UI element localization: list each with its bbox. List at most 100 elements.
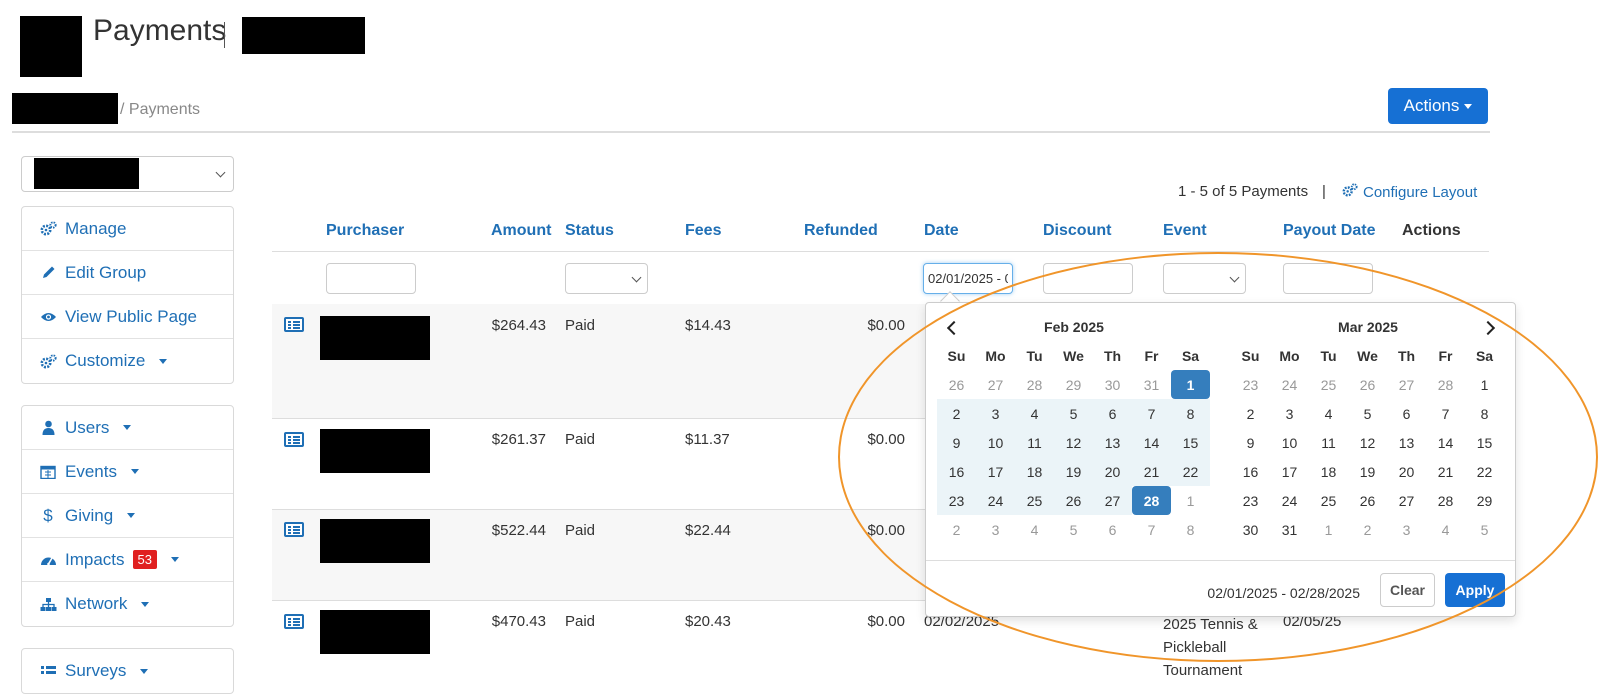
- sidebar-item-surveys[interactable]: Surveys: [22, 649, 233, 693]
- calendar-day[interactable]: 25: [1309, 370, 1348, 399]
- calendar-day-in-range[interactable]: 21: [1132, 457, 1171, 486]
- chevron-left-icon[interactable]: [946, 320, 962, 336]
- calendar-day[interactable]: 7: [1426, 399, 1465, 428]
- calendar-day-in-range[interactable]: 24: [976, 486, 1015, 515]
- calendar-day-in-range[interactable]: 23: [937, 486, 976, 515]
- calendar-day[interactable]: 8: [1465, 399, 1504, 428]
- calendar-day-in-range[interactable]: 8: [1171, 399, 1210, 428]
- calendar-day-selected[interactable]: 28: [1132, 486, 1171, 515]
- calendar-day-in-range[interactable]: 13: [1093, 428, 1132, 457]
- payout-date-filter-input[interactable]: [1283, 263, 1373, 294]
- details-list-icon[interactable]: [284, 432, 304, 447]
- calendar-day-in-range[interactable]: 4: [1015, 399, 1054, 428]
- calendar-day-in-range[interactable]: 10: [976, 428, 1015, 457]
- calendar-day[interactable]: 24: [1270, 370, 1309, 399]
- calendar-day[interactable]: 1: [1309, 515, 1348, 544]
- calendar-day[interactable]: 9: [1231, 428, 1270, 457]
- calendar-day[interactable]: 20: [1387, 457, 1426, 486]
- calendar-day[interactable]: 2: [1348, 515, 1387, 544]
- calendar-day[interactable]: 14: [1426, 428, 1465, 457]
- calendar-day-in-range[interactable]: 6: [1093, 399, 1132, 428]
- calendar-day[interactable]: 2: [937, 515, 976, 544]
- details-list-icon[interactable]: [284, 522, 304, 537]
- calendar-day-in-range[interactable]: 11: [1015, 428, 1054, 457]
- column-header-status[interactable]: Status: [565, 222, 614, 240]
- purchaser-filter-input[interactable]: [326, 263, 416, 294]
- calendar-day[interactable]: 24: [1270, 486, 1309, 515]
- calendar-day-in-range[interactable]: 27: [1093, 486, 1132, 515]
- calendar-day[interactable]: 26: [1348, 370, 1387, 399]
- calendar-day[interactable]: 31: [1132, 370, 1171, 399]
- redacted-breadcrumb-root[interactable]: [12, 93, 118, 124]
- calendar-day-in-range[interactable]: 3: [976, 399, 1015, 428]
- calendar-day[interactable]: 29: [1465, 486, 1504, 515]
- calendar-day[interactable]: 28: [1426, 486, 1465, 515]
- calendar-day[interactable]: 29: [1054, 370, 1093, 399]
- calendar-day[interactable]: 2: [1231, 399, 1270, 428]
- details-list-icon[interactable]: [284, 317, 304, 332]
- calendar-day[interactable]: 16: [1231, 457, 1270, 486]
- calendar-day[interactable]: 5: [1348, 399, 1387, 428]
- calendar-day[interactable]: 26: [1348, 486, 1387, 515]
- calendar-day[interactable]: 5: [1054, 515, 1093, 544]
- date-range-filter-input[interactable]: [923, 263, 1013, 294]
- calendar-day[interactable]: 30: [1093, 370, 1132, 399]
- calendar-day[interactable]: 19: [1348, 457, 1387, 486]
- calendar-day[interactable]: 21: [1426, 457, 1465, 486]
- calendar-day[interactable]: 3: [1270, 399, 1309, 428]
- calendar-day[interactable]: 22: [1465, 457, 1504, 486]
- clear-button[interactable]: Clear: [1380, 573, 1435, 607]
- calendar-day-selected[interactable]: 1: [1171, 370, 1210, 399]
- column-header-discount[interactable]: Discount: [1043, 222, 1111, 240]
- calendar-day-in-range[interactable]: 25: [1015, 486, 1054, 515]
- sidebar-item-customize[interactable]: Customize: [22, 339, 233, 383]
- calendar-day[interactable]: 5: [1465, 515, 1504, 544]
- apply-button[interactable]: Apply: [1445, 573, 1505, 607]
- calendar-day[interactable]: 15: [1465, 428, 1504, 457]
- calendar-day-in-range[interactable]: 2: [937, 399, 976, 428]
- calendar-day[interactable]: 28: [1426, 370, 1465, 399]
- column-header-event[interactable]: Event: [1163, 222, 1207, 240]
- calendar-day[interactable]: 3: [1387, 515, 1426, 544]
- calendar-day-in-range[interactable]: 17: [976, 457, 1015, 486]
- calendar-day-in-range[interactable]: 26: [1054, 486, 1093, 515]
- calendar-day[interactable]: 10: [1270, 428, 1309, 457]
- calendar-day[interactable]: 1: [1465, 370, 1504, 399]
- calendar-day[interactable]: 27: [1387, 370, 1426, 399]
- calendar-day[interactable]: 18: [1309, 457, 1348, 486]
- calendar-day[interactable]: 3: [976, 515, 1015, 544]
- calendar-day[interactable]: 26: [937, 370, 976, 399]
- calendar-day[interactable]: 6: [1387, 399, 1426, 428]
- calendar-day[interactable]: 27: [976, 370, 1015, 399]
- calendar-day-in-range[interactable]: 7: [1132, 399, 1171, 428]
- status-filter-select[interactable]: [565, 263, 648, 294]
- calendar-day[interactable]: 11: [1309, 428, 1348, 457]
- calendar-day[interactable]: 17: [1270, 457, 1309, 486]
- calendar-day[interactable]: 31: [1270, 515, 1309, 544]
- calendar-day[interactable]: 4: [1426, 515, 1465, 544]
- sidebar-item-view-public-page[interactable]: View Public Page: [22, 295, 233, 339]
- column-header-payout-date[interactable]: Payout Date: [1283, 222, 1375, 240]
- event-filter-select[interactable]: [1163, 263, 1246, 294]
- calendar-day-in-range[interactable]: 5: [1054, 399, 1093, 428]
- calendar-day-in-range[interactable]: 19: [1054, 457, 1093, 486]
- sidebar-item-network[interactable]: Network: [22, 582, 233, 626]
- configure-layout-link[interactable]: Configure Layout: [1342, 183, 1477, 201]
- actions-button[interactable]: Actions: [1388, 88, 1488, 124]
- column-header-date[interactable]: Date: [924, 222, 959, 240]
- sidebar-item-impacts[interactable]: Impacts 53: [22, 538, 233, 582]
- calendar-day[interactable]: 30: [1231, 515, 1270, 544]
- chevron-right-icon[interactable]: [1480, 320, 1496, 336]
- column-header-refunded[interactable]: Refunded: [804, 222, 878, 240]
- calendar-day-in-range[interactable]: 15: [1171, 428, 1210, 457]
- calendar-day[interactable]: 23: [1231, 486, 1270, 515]
- calendar-day[interactable]: 1: [1171, 486, 1210, 515]
- calendar-day[interactable]: 12: [1348, 428, 1387, 457]
- sidebar-item-events[interactable]: Events: [22, 450, 233, 494]
- calendar-day[interactable]: 13: [1387, 428, 1426, 457]
- column-header-amount[interactable]: Amount: [491, 222, 551, 240]
- calendar-day[interactable]: 28: [1015, 370, 1054, 399]
- calendar-day-in-range[interactable]: 9: [937, 428, 976, 457]
- calendar-day-in-range[interactable]: 16: [937, 457, 976, 486]
- calendar-day[interactable]: 7: [1132, 515, 1171, 544]
